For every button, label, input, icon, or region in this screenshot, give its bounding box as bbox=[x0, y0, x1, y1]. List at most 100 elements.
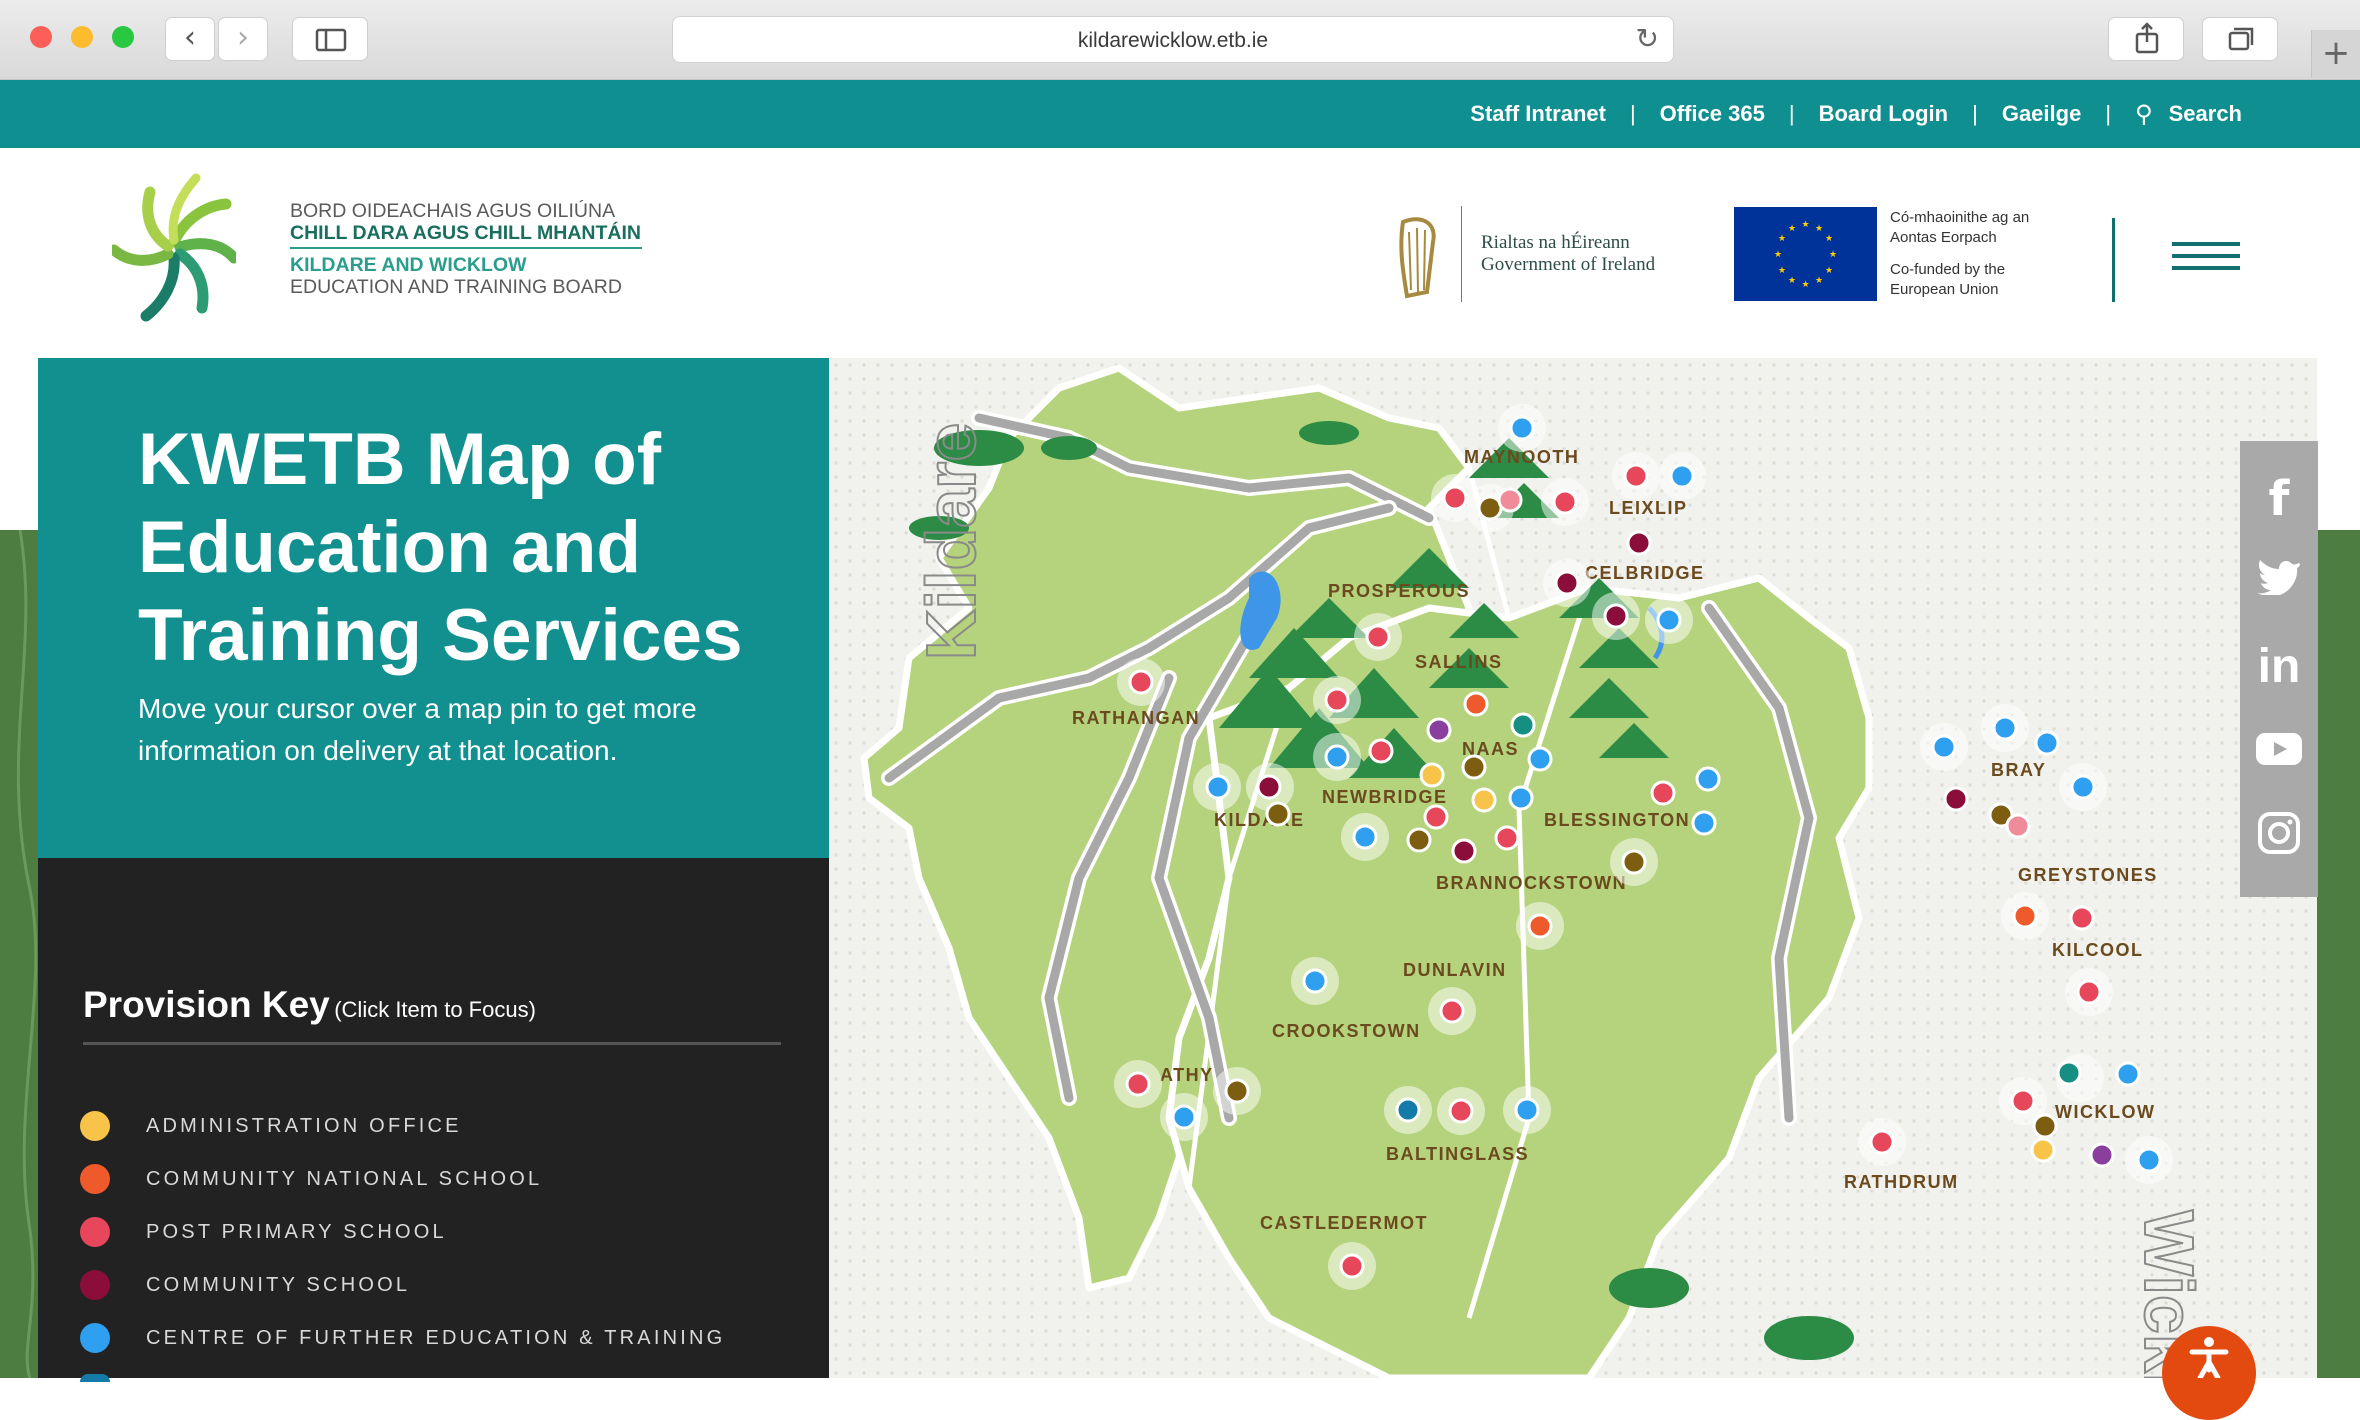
social-sidebar: f in bbox=[2240, 441, 2318, 897]
town-kilcool: KILCOOL bbox=[2052, 940, 2144, 960]
youtube-icon[interactable] bbox=[2240, 733, 2318, 770]
hamburger-menu-button[interactable] bbox=[2172, 242, 2240, 276]
logo-line-irish-1: BORD OIDEACHAIS AGUS OILIÚNA bbox=[290, 200, 616, 222]
svg-text:★: ★ bbox=[1788, 276, 1796, 286]
town-celbridge: CELBRIDGE bbox=[1585, 563, 1705, 583]
gov-line-english: Government of Ireland bbox=[1481, 254, 1656, 275]
key-item-label: COMMUNITY SCHOOL bbox=[146, 1273, 411, 1296]
svg-text:★: ★ bbox=[1801, 280, 1809, 290]
town-wicklow: WICKLOW bbox=[2055, 1102, 2155, 1122]
share-button[interactable] bbox=[2108, 17, 2184, 61]
red-dot-icon bbox=[80, 1217, 110, 1247]
svg-text:★: ★ bbox=[1829, 250, 1837, 260]
svg-text:★: ★ bbox=[1774, 250, 1782, 260]
eu-line-irish-2: Aontas Eorpach bbox=[1890, 229, 1997, 246]
education-map[interactable]: Kildare Wicklow MAYNOOTH LEIXLIP CELBRID… bbox=[829, 358, 2317, 1378]
minimize-window-button[interactable] bbox=[71, 26, 93, 48]
close-window-button[interactable] bbox=[30, 26, 52, 48]
town-crookstown: CROOKSTOWN bbox=[1272, 1021, 1421, 1041]
logo-line-english-2: EDUCATION AND TRAINING BOARD bbox=[290, 276, 622, 298]
gaeilge-link[interactable]: Gaeilge bbox=[2002, 101, 2081, 127]
forward-button[interactable]: › bbox=[218, 17, 268, 61]
eu-line-irish-1: Có-mhaoinithe ag an bbox=[1890, 209, 2030, 226]
town-bray: BRAY bbox=[1991, 760, 2046, 780]
kwetb-logo-icon[interactable] bbox=[112, 170, 236, 330]
gov-divider bbox=[1461, 206, 1462, 302]
key-item-administration-office[interactable]: ADMINISTRATION OFFICE bbox=[80, 1111, 462, 1141]
town-dunlavin: DUNLAVIN bbox=[1403, 960, 1507, 980]
orange-dot-icon bbox=[80, 1164, 110, 1194]
key-item-label: POST PRIMARY SCHOOL bbox=[146, 1220, 447, 1243]
board-login-link[interactable]: Board Login bbox=[1819, 101, 1949, 127]
search-icon: ⚲ bbox=[2135, 100, 2153, 128]
logo-divider bbox=[290, 247, 642, 249]
government-of-ireland-logo: Rialtas na hÉireann Government of Irelan… bbox=[1481, 232, 1655, 276]
provision-key-heading: Provision Key (Click Item to Focus) bbox=[83, 984, 536, 1026]
county-label-kildare: Kildare bbox=[912, 423, 990, 660]
back-button[interactable]: ‹ bbox=[165, 17, 215, 61]
key-item-label: ADMINISTRATION OFFICE bbox=[146, 1114, 462, 1137]
town-rathdrum: RATHDRUM bbox=[1844, 1172, 1959, 1192]
town-prosperous: PROSPEROUS bbox=[1328, 581, 1470, 601]
town-kildare: KILDARE bbox=[1214, 810, 1305, 830]
link-separator: | bbox=[1972, 101, 1978, 126]
facebook-icon[interactable]: f bbox=[2240, 471, 2318, 527]
reload-icon[interactable]: ↻ bbox=[1636, 22, 1659, 55]
page-title: KWETB Map of Education and Training Serv… bbox=[138, 419, 743, 676]
svg-text:★: ★ bbox=[1788, 224, 1796, 234]
provision-key-title: Provision Key bbox=[83, 984, 330, 1025]
provision-key-panel: Provision Key (Click Item to Focus) ADMI… bbox=[38, 858, 829, 1382]
town-athy: ATHY bbox=[1160, 1065, 1214, 1085]
town-castledermot: CASTLEDERMOT bbox=[1260, 1213, 1428, 1233]
page-subtitle: Move your cursor over a map pin to get m… bbox=[138, 693, 697, 766]
eu-cofunded-text: Có-mhaoinithe ag an Aontas Eorpach Co-fu… bbox=[1890, 208, 2029, 300]
share-icon bbox=[2135, 22, 2159, 54]
yellow-dot-icon bbox=[80, 1111, 110, 1141]
browser-toolbar: ‹ › kildarewicklow.etb.ie ↻ + bbox=[0, 0, 2360, 80]
gov-line-irish: Rialtas na hÉireann bbox=[1481, 232, 1630, 253]
linkedin-icon[interactable]: in bbox=[2240, 639, 2318, 694]
svg-text:★: ★ bbox=[1825, 234, 1833, 244]
eu-flag-icon: ★ ★★★ ★★★★ ★★★★ bbox=[1734, 207, 1877, 301]
key-item-community-national-school[interactable]: COMMUNITY NATIONAL SCHOOL bbox=[80, 1164, 542, 1194]
hero-panel: KWETB Map of Education and Training Serv… bbox=[38, 358, 829, 858]
key-item-label: COMMUNITY NATIONAL SCHOOL bbox=[146, 1167, 543, 1190]
town-sallins: SALLINS bbox=[1415, 652, 1503, 672]
twitter-icon[interactable] bbox=[2240, 559, 2318, 600]
harp-icon bbox=[1399, 217, 1436, 299]
town-blessington: BLESSINGTON bbox=[1544, 810, 1690, 830]
sidebar-toggle-button[interactable] bbox=[292, 17, 368, 61]
tabs-icon bbox=[2228, 27, 2254, 51]
chevron-right-icon: › bbox=[237, 20, 249, 55]
zoom-window-button[interactable] bbox=[112, 26, 134, 48]
eu-line-english-1: Co-funded by the bbox=[1890, 261, 2006, 278]
link-separator: | bbox=[1629, 101, 1636, 126]
accessibility-icon bbox=[2189, 1337, 2229, 1381]
eu-line-english-2: European Union bbox=[1890, 281, 1999, 298]
logo-line-irish-2: CHILL DARA AGUS CHILL MHANTÁIN bbox=[290, 222, 641, 244]
svg-text:★: ★ bbox=[1825, 266, 1833, 276]
kwetb-logo-text[interactable]: BORD OIDEACHAIS AGUS OILIÚNA CHILL DARA … bbox=[290, 200, 645, 298]
search-link[interactable]: ⚲ Search bbox=[2135, 100, 2242, 128]
site-header: BORD OIDEACHAIS AGUS OILIÚNA CHILL DARA … bbox=[0, 148, 2360, 358]
provision-key-divider bbox=[83, 1042, 781, 1045]
accessibility-button[interactable] bbox=[2162, 1326, 2256, 1420]
map-pin-group[interactable] bbox=[1114, 404, 2173, 1290]
key-item-further-education-training[interactable]: CENTRE OF FURTHER EDUCATION & TRAINING bbox=[80, 1323, 725, 1353]
new-tab-button[interactable]: + bbox=[2311, 30, 2360, 78]
town-baltinglass: BALTINGLASS bbox=[1386, 1144, 1529, 1164]
logo-line-english-1: KILDARE AND WICKLOW bbox=[290, 254, 527, 276]
town-rathangan: RATHANGAN bbox=[1072, 708, 1200, 728]
link-separator: | bbox=[1788, 101, 1795, 126]
instagram-icon[interactable] bbox=[2240, 811, 2318, 860]
chevron-left-icon: ‹ bbox=[184, 20, 196, 55]
partial-key-dot bbox=[80, 1374, 110, 1382]
address-bar[interactable]: kildarewicklow.etb.ie ↻ bbox=[672, 16, 1674, 63]
town-brannockstown: BRANNOCKSTOWN bbox=[1436, 873, 1627, 893]
key-item-post-primary-school[interactable]: POST PRIMARY SCHOOL bbox=[80, 1217, 447, 1247]
town-leixlip: LEIXLIP bbox=[1609, 498, 1688, 518]
staff-intranet-link[interactable]: Staff Intranet bbox=[1470, 101, 1606, 127]
tabs-overview-button[interactable] bbox=[2202, 17, 2278, 61]
key-item-community-school[interactable]: COMMUNITY SCHOOL bbox=[80, 1270, 410, 1300]
office-365-link[interactable]: Office 365 bbox=[1660, 101, 1765, 127]
